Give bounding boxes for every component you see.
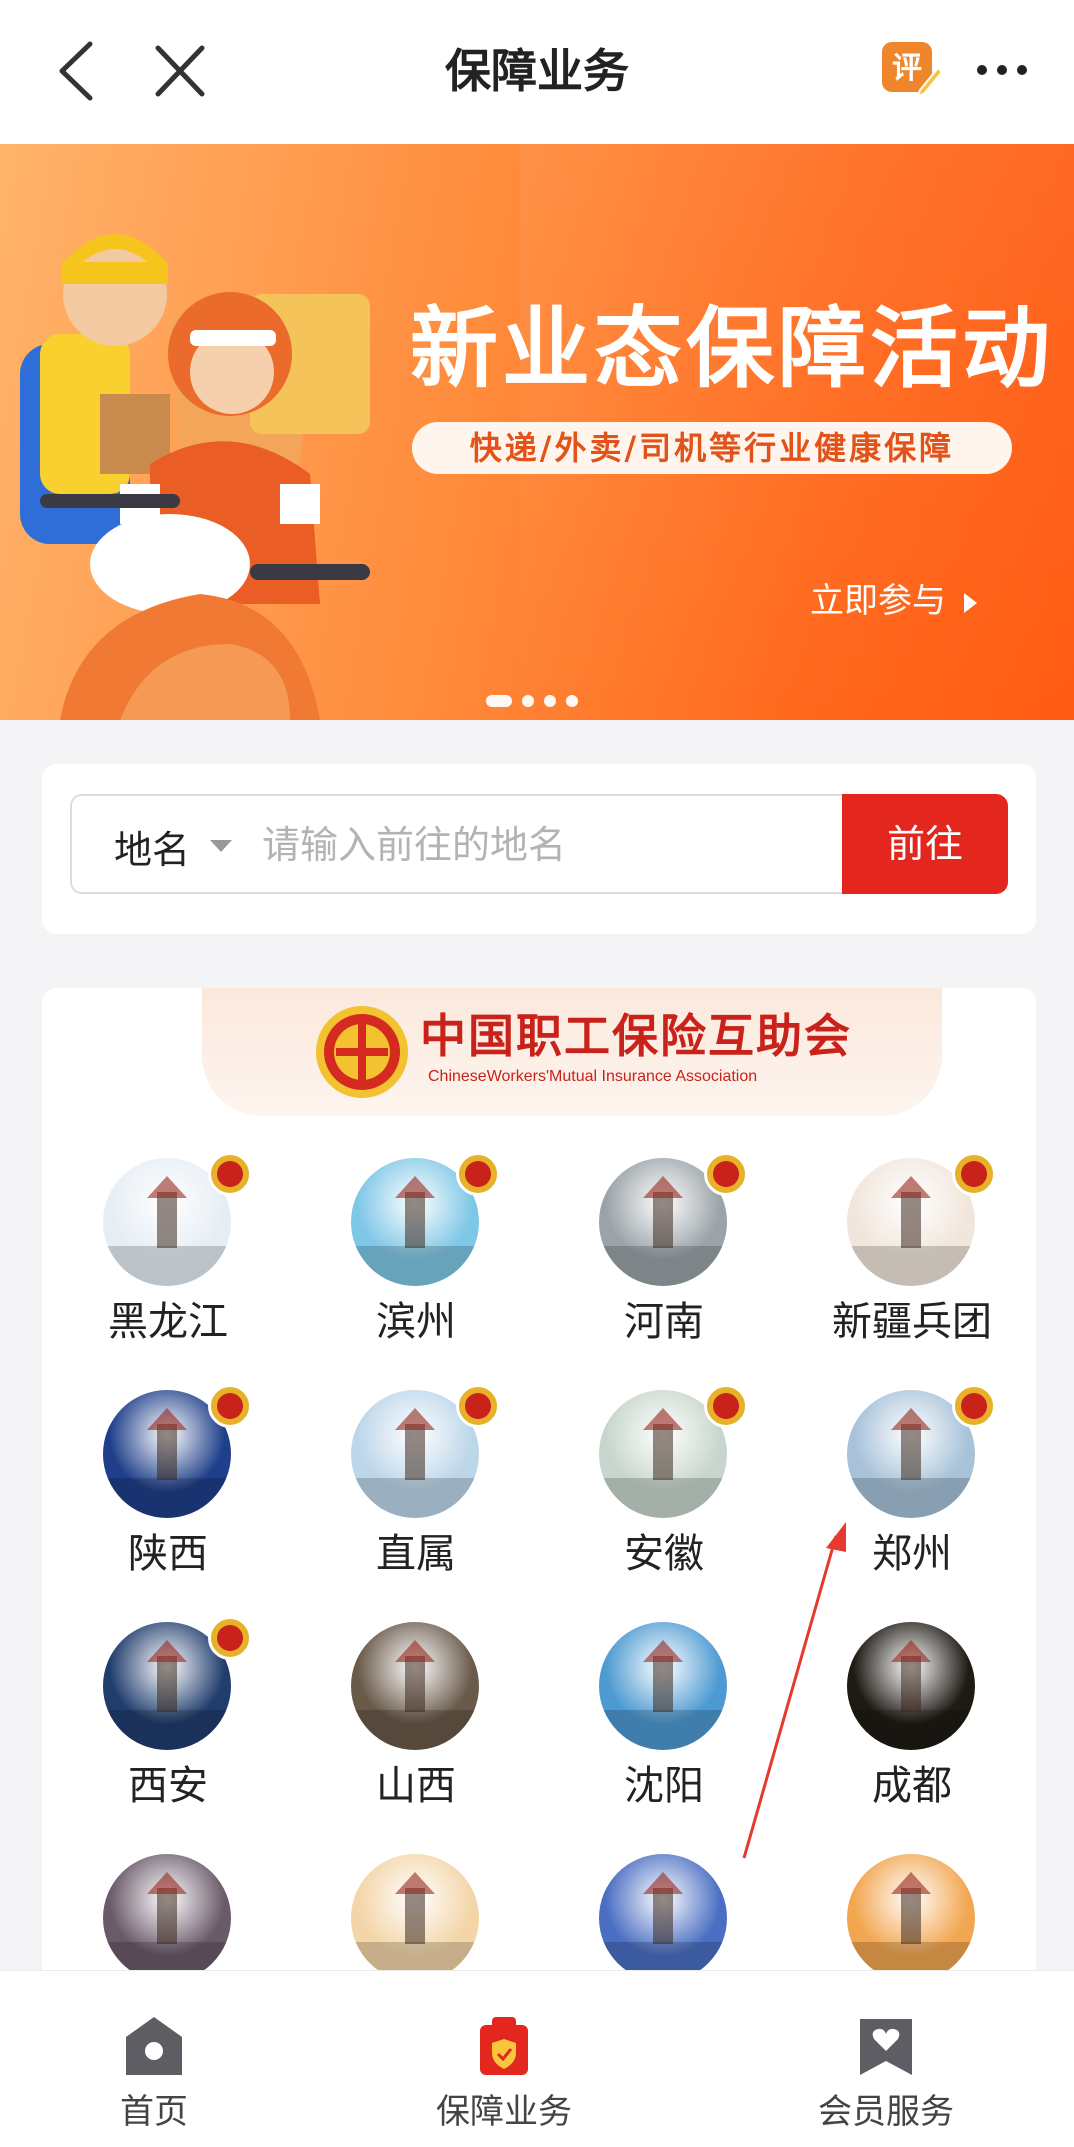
region-avatar [847, 1622, 975, 1750]
region-label: 山西 [376, 1763, 456, 1809]
carousel-dot[interactable] [522, 695, 534, 707]
region-item[interactable]: 西安 [58, 1616, 278, 1822]
org-badge-icon [456, 1384, 500, 1428]
region-item[interactable]: 黑龙江 [58, 1152, 278, 1358]
org-name-en: ChineseWorkers'Mutual Insurance Associat… [428, 1068, 758, 1085]
banner-cta-label: 立即参与 [810, 581, 946, 621]
region-label: 陕西 [128, 1531, 208, 1577]
heart-bookmark-icon [860, 2019, 912, 2075]
region-label: 新疆兵团 [832, 1299, 992, 1345]
region-item[interactable]: 安徽 [554, 1384, 774, 1590]
org-badge-icon [208, 1616, 252, 1660]
org-badge-icon [704, 1384, 748, 1428]
org-badge-icon [704, 1152, 748, 1196]
review-icon[interactable]: 评 [880, 38, 944, 102]
go-button[interactable]: 前往 [842, 794, 1008, 894]
org-name-cn: 中国职工保险互助会 [420, 1009, 852, 1063]
region-item[interactable]: 山西 [306, 1622, 526, 1822]
region-avatar [351, 1622, 479, 1750]
org-header: 中国职工保险互助会 ChineseWorkers'Mutual Insuranc… [202, 988, 942, 1116]
delivery-riders-illustration [20, 234, 370, 720]
location-type-select[interactable]: 地名 [114, 816, 233, 876]
region-item[interactable]: 陕西 [58, 1384, 278, 1590]
region-label: 直属 [376, 1531, 456, 1577]
region-item[interactable]: 滨州 [306, 1152, 526, 1358]
org-badge-icon [952, 1384, 996, 1428]
region-label: 沈阳 [624, 1763, 704, 1809]
carousel-dot[interactable] [486, 695, 512, 707]
org-badge-icon [208, 1384, 252, 1428]
region-label: 成都 [872, 1763, 952, 1809]
play-arrow-icon [964, 592, 977, 613]
top-bar: 保障业务 评 [0, 0, 1074, 144]
tab-protection[interactable]: 保障业务 [404, 1971, 604, 2147]
org-logo-icon [316, 1006, 408, 1098]
region-label: 郑州 [872, 1531, 952, 1577]
region-label: 西安 [128, 1763, 208, 1809]
bottom-tab-bar: 首页 保障业务 会员服务 [0, 1970, 1074, 2147]
promo-banner[interactable]: 新业态保障活动 快递/外卖/司机等行业健康保障 立即参与 [0, 144, 1074, 720]
region-item[interactable]: 直属 [306, 1384, 526, 1590]
tab-member[interactable]: 会员服务 [786, 1971, 986, 2147]
region-label: 滨州 [376, 1299, 456, 1345]
tab-label: 会员服务 [818, 2092, 954, 2132]
location-type-label: 地名 [114, 827, 191, 872]
region-avatar [351, 1854, 479, 1982]
region-avatar [599, 1854, 727, 1982]
shield-clipboard-icon [480, 2017, 528, 2075]
search-box: 地名 [70, 794, 842, 894]
carousel-dot[interactable] [566, 695, 578, 707]
region-avatar [103, 1854, 231, 1982]
home-icon [126, 2017, 182, 2075]
region-item[interactable]: 郑州 [802, 1384, 1022, 1590]
caret-down-icon [210, 840, 233, 852]
region-label: 安徽 [624, 1531, 704, 1577]
region-label: 黑龙江 [108, 1299, 228, 1345]
search-card: 地名 前往 [42, 764, 1036, 934]
region-avatar [847, 1854, 975, 1982]
destination-input[interactable] [262, 814, 822, 876]
banner-cta[interactable]: 立即参与 [810, 578, 977, 624]
region-item[interactable]: 新疆兵团 [802, 1152, 1022, 1358]
tab-label: 保障业务 [436, 2092, 572, 2132]
banner-title: 新业态保障活动 [410, 297, 1055, 400]
region-label: 河南 [624, 1299, 704, 1345]
more-dots-icon[interactable] [974, 56, 1030, 84]
tab-home[interactable]: 首页 [54, 1971, 254, 2147]
region-item[interactable]: 沈阳 [554, 1622, 774, 1822]
org-badge-icon [208, 1152, 252, 1196]
tab-label: 首页 [120, 2092, 188, 2132]
org-badge-icon [456, 1152, 500, 1196]
carousel-indicators [486, 694, 578, 708]
banner-subtitle: 快递/外卖/司机等行业健康保障 [412, 422, 1012, 474]
region-avatar [599, 1622, 727, 1750]
org-badge-icon [952, 1152, 996, 1196]
region-item[interactable]: 河南 [554, 1152, 774, 1358]
carousel-dot[interactable] [544, 695, 556, 707]
review-label: 评 [892, 51, 922, 86]
region-item[interactable]: 成都 [802, 1622, 1022, 1822]
